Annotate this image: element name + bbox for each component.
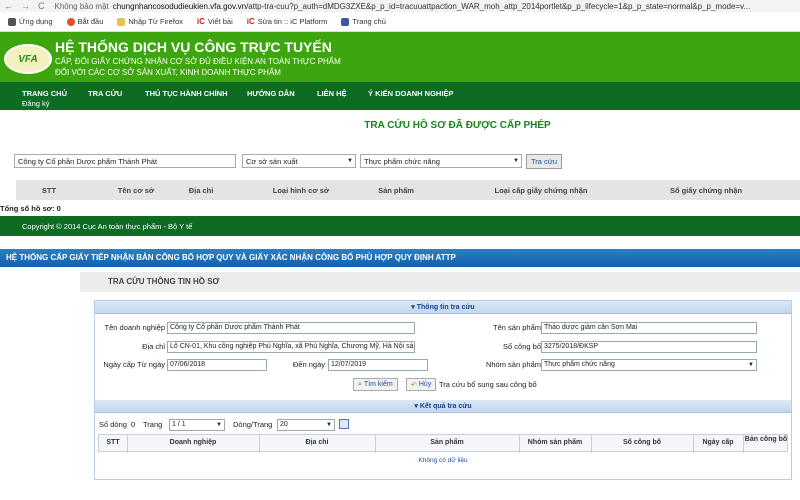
total-count: Tổng số hồ sơ: 0	[0, 204, 61, 213]
company-input[interactable]: Công ty Cổ phần Dược phẩm Thành Phát	[14, 154, 236, 168]
main-menu: TRANG CHỦ TRA CỨU THỦ TỤC HÀNH CHÍNH HƯỚ…	[0, 82, 800, 110]
bookmark-home[interactable]: Trang chủ	[341, 17, 386, 26]
browser-address-bar: ← → C Không bảo mật chungnhancosodudieuk…	[0, 0, 800, 12]
column-header: Loại hình cơ sở	[272, 185, 330, 195]
column-header: Địa chỉ	[188, 185, 214, 195]
address-label: Địa chỉ	[142, 342, 165, 351]
company-field[interactable]: Công ty Cổ phần Dược phẩm Thành Phát	[167, 322, 415, 334]
bookmarks-bar: Ứng dụng Bắt đầu Nhập Từ Firefox iC Viết …	[0, 12, 800, 32]
menu-lookup[interactable]: TRA CỨU	[88, 89, 122, 98]
column-header: Số công bố	[622, 439, 662, 446]
vfa-logo[interactable]: VFA	[4, 44, 52, 74]
menu-feedback[interactable]: Ý KIẾN DOANH NGHIỆP	[368, 89, 453, 98]
ic-logo-icon: iC	[196, 17, 205, 26]
group-select[interactable]: Thực phẩm chức năng ▼	[541, 359, 757, 371]
chevron-down-icon: ▼	[513, 158, 519, 164]
supplement-link[interactable]: Tra cứu bổ sung sau công bố	[439, 380, 537, 389]
facebook-icon	[341, 17, 350, 26]
facility-type-select[interactable]: Cơ sở sản xuất ▼	[242, 154, 356, 168]
ic-logo-icon: iC	[246, 17, 255, 26]
url-field[interactable]: chungnhancosodudieukien.vfa.gov.vn/attp-…	[113, 2, 750, 11]
back-icon[interactable]: ←	[4, 1, 13, 11]
product-field[interactable]: Thảo dược giảm cân Sơn Mai	[541, 322, 757, 334]
page-select[interactable]: 1 / 1 ▼	[169, 419, 225, 431]
footer-copyright: Copyright © 2014 Cục An toàn thực phẩm -…	[0, 216, 800, 236]
page-label: Trang	[143, 420, 163, 429]
apps-grid-icon	[8, 17, 16, 26]
per-page-select[interactable]: 20 ▼	[277, 419, 335, 431]
column-header: Nhóm sản phẩm	[527, 439, 583, 446]
column-header: Doanh nghiệp	[169, 439, 217, 446]
export-icon[interactable]	[339, 419, 349, 429]
menu-contact[interactable]: LIÊN HỆ	[317, 89, 347, 98]
results-table-header: STT Tên cơ sở Địa chỉ Loại hình cơ sở Sả…	[16, 180, 800, 200]
undo-icon: ↶	[411, 381, 417, 389]
column-header: Số giấy chứng nhận	[669, 185, 743, 195]
address-field[interactable]: Lô CN-01, Khu công nghiệp Phú Nghĩa, xã …	[167, 341, 415, 353]
system-banner: HỆ THỐNG CẤP GIẤY TIẾP NHẬN BẢN CÔNG BỐ …	[0, 249, 800, 267]
site-favicon-icon	[66, 17, 75, 26]
result-bar[interactable]: ▾ Kết quả tra cứu	[95, 400, 791, 413]
empty-message: Không có dữ liệu	[418, 457, 468, 464]
bookmark-firefox[interactable]: Nhập Từ Firefox	[117, 17, 183, 26]
menu-guide[interactable]: HƯỚNG DẪN	[247, 89, 295, 98]
number-field[interactable]: 3275/2018/ĐKSP	[541, 341, 757, 353]
bookmark-start[interactable]: Bắt đầu	[66, 17, 103, 26]
rows-label: Số dòng	[99, 420, 127, 429]
folder-icon	[117, 17, 126, 26]
column-header: Sản phẩm	[378, 185, 414, 195]
chevron-down-icon: ▼	[216, 422, 222, 428]
per-page-label: Dòng/Trang	[233, 420, 273, 429]
menu-register[interactable]: Đăng ký	[22, 99, 50, 108]
bookmark-edit[interactable]: iC Sửa tin :: iC Platform	[247, 17, 328, 26]
search-icon: ⌕	[358, 380, 362, 388]
security-status[interactable]: Không bảo mật	[55, 2, 109, 11]
search-button[interactable]: Tra cứu	[526, 154, 562, 169]
results-table-header: STT Doanh nghiệp Địa chỉ Sản phẩm Nhóm s…	[98, 434, 788, 453]
bookmark-apps[interactable]: Ứng dụng	[8, 17, 53, 26]
date-from-label: Ngày cấp Từ ngày	[103, 360, 165, 369]
bookmark-write[interactable]: iC Viết bài	[197, 17, 233, 26]
site-subtitle: CẤP, ĐỔI GIẤY CHỨNG NHẬN CƠ SỞ ĐỦ ĐIỀU K…	[55, 57, 341, 66]
column-header: Loại cấp giấy chứng nhận	[494, 185, 588, 195]
date-from-field[interactable]: 07/06/2018	[167, 359, 267, 371]
cancel-button[interactable]: ↶ Hủy	[406, 378, 437, 391]
column-header: Ngày cấp	[702, 439, 734, 446]
reload-icon[interactable]: C	[38, 1, 45, 11]
group-label: Nhóm sản phẩm	[485, 360, 541, 369]
chevron-down-icon: ▼	[326, 422, 332, 428]
number-label: Số công bố	[503, 342, 541, 351]
column-header: STT	[41, 185, 57, 195]
site-subtitle: ĐỐI VỚI CÁC CƠ SỞ SẢN XUẤT, KINH DOANH T…	[55, 68, 281, 77]
rows-count: 0	[131, 420, 136, 429]
column-header: Địa chỉ	[305, 439, 329, 446]
chevron-down-icon: ▼	[748, 362, 754, 368]
column-header: STT	[106, 439, 120, 446]
column-header: Bản công bố	[744, 436, 788, 443]
column-header: Tên cơ sở	[117, 185, 155, 195]
column-header: Sản phẩm	[430, 439, 464, 446]
search-button[interactable]: ⌕ Tìm kiếm	[353, 378, 398, 391]
page-title: TRA CỨU HỒ SƠ ĐÃ ĐƯỢC CẤP PHÉP	[364, 120, 551, 131]
section-title: TRA CỨU THÔNG TIN HỒ SƠ	[80, 272, 800, 292]
menu-procedures[interactable]: THỦ TỤC HÀNH CHÍNH	[145, 89, 228, 98]
date-to-label: Đến ngày	[292, 360, 325, 369]
info-bar[interactable]: ▾ Thông tin tra cứu	[95, 301, 791, 314]
site-header: VFA HỆ THỐNG DỊCH VỤ CÔNG TRỰC TUYẾN CẤP…	[0, 32, 800, 82]
chevron-down-icon: ▼	[347, 158, 353, 164]
site-title: HỆ THỐNG DỊCH VỤ CÔNG TRỰC TUYẾN	[55, 39, 332, 55]
forward-icon[interactable]: →	[21, 1, 30, 11]
product-label: Tên sản phẩm	[493, 323, 541, 332]
menu-home[interactable]: TRANG CHỦ	[22, 89, 67, 98]
date-to-field[interactable]: 12/07/2019	[328, 359, 428, 371]
search-panel: ▾ Thông tin tra cứu Tên doanh nghiệp Côn…	[94, 300, 792, 480]
company-label: Tên doanh nghiệp	[104, 323, 165, 332]
product-type-select[interactable]: Thực phẩm chức năng ▼	[360, 154, 522, 168]
